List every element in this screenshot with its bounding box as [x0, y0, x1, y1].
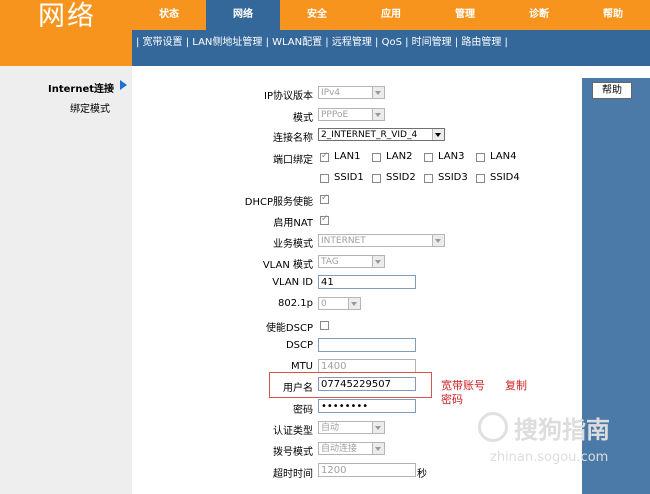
watermark-text: 搜狗指南 [514, 416, 610, 444]
vlan-id-input[interactable]: 41 [318, 275, 416, 289]
ssid3-label: SSID3 [438, 172, 468, 183]
vlan-id-label: VLAN ID [272, 277, 313, 288]
password-input[interactable]: •••••••• [318, 399, 416, 413]
nav-tab-application[interactable]: 应用 [354, 0, 428, 30]
vlan-mode-select: TAG [318, 255, 385, 268]
watermark-url: zhinan.sogou.com [490, 450, 609, 465]
dhcp-checkbox [320, 193, 329, 204]
timeout-label: 超时时间 [273, 469, 313, 480]
lan1-label: LAN1 [334, 151, 361, 162]
arrow-right-icon [120, 80, 127, 90]
timeout-unit: 秒 [417, 469, 427, 480]
logo-text: 网络 [38, 1, 96, 32]
chevron-down-icon [372, 443, 384, 454]
chevron-down-icon [372, 109, 384, 120]
username-label: 用户名 [283, 383, 313, 394]
ip-version-select: IPv4 [318, 86, 385, 99]
lan4-checkbox[interactable] [476, 153, 485, 162]
dscp-input[interactable] [318, 338, 416, 352]
ssid4-checkbox[interactable] [476, 174, 485, 183]
connection-name-label: 连接名称 [273, 133, 313, 144]
dot1p-select: 0 [318, 297, 361, 310]
chevron-down-icon [432, 129, 444, 140]
password-label: 密码 [293, 405, 313, 416]
auth-type-select: 自动 [318, 421, 385, 434]
dot1p-label: 802.1p [278, 298, 313, 309]
mode-select: PPPoE [318, 108, 385, 121]
annotation-password: 密码 [441, 393, 463, 406]
username-input[interactable]: 07745229507 [318, 377, 416, 391]
lan4-label: LAN4 [490, 151, 517, 162]
timeout-input: 1200 [318, 463, 416, 477]
lan2-label: LAN2 [386, 151, 413, 162]
ssid1-checkbox[interactable] [320, 174, 329, 183]
chevron-down-icon [372, 256, 384, 267]
ssid2-label: SSID2 [386, 172, 416, 183]
ssid4-label: SSID4 [490, 172, 520, 183]
dhcp-label: DHCP服务使能 [244, 197, 313, 208]
lan3-checkbox[interactable] [424, 153, 433, 162]
mode-label: 模式 [293, 113, 313, 124]
ssid2-checkbox[interactable] [372, 174, 381, 183]
nat-label: 启用NAT [273, 218, 313, 229]
port-binding-label: 端口绑定 [273, 155, 313, 166]
sidebar: Internet连接 绑定模式 [0, 66, 132, 494]
dscp-enable-label: 使能DSCP [265, 323, 313, 334]
ssid1-label: SSID1 [334, 172, 364, 183]
dscp-label: DSCP [285, 340, 313, 351]
service-mode-label: 业务模式 [273, 239, 313, 250]
nav-tab-security[interactable]: 安全 [280, 0, 354, 30]
connection-name-select[interactable]: 2_INTERNET_R_VID_4 [318, 128, 445, 141]
help-button[interactable]: 帮助 [592, 82, 632, 99]
chevron-down-icon [348, 298, 360, 309]
sidebar-item-binding-mode[interactable]: 绑定模式 [70, 100, 110, 115]
chevron-down-icon [432, 235, 444, 246]
annotation-copy: 复制 [505, 379, 527, 392]
dscp-enable-checkbox[interactable] [320, 321, 329, 330]
vlan-mode-label: VLAN 模式 [262, 260, 313, 271]
lan3-label: LAN3 [438, 151, 465, 162]
nav-tab-help[interactable]: 帮助 [576, 0, 650, 30]
sogou-logo-icon [478, 412, 508, 442]
lan2-checkbox[interactable] [372, 153, 381, 162]
dial-mode-select: 自动连接 [318, 442, 385, 455]
nav-tab-diagnosis[interactable]: 诊断 [502, 0, 576, 30]
lan1-checkbox[interactable] [320, 151, 329, 162]
sub-nav: | 宽带设置 | LAN侧地址管理 | WLAN配置 | 远程管理 | QoS … [132, 30, 650, 66]
nav-tab-network[interactable]: 网络 [206, 0, 280, 30]
nav-tab-management[interactable]: 管理 [428, 0, 502, 30]
dial-mode-label: 拨号模式 [273, 447, 313, 458]
nat-checkbox [320, 214, 329, 225]
sub-nav-links[interactable]: | 宽带设置 | LAN侧地址管理 | WLAN配置 | 远程管理 | QoS … [136, 33, 508, 48]
mtu-label: MTU [290, 361, 313, 372]
chevron-down-icon [372, 422, 384, 433]
mtu-input: 1400 [318, 359, 416, 373]
ssid3-checkbox[interactable] [424, 174, 433, 183]
service-mode-select: INTERNET [318, 234, 445, 247]
ip-version-label: IP协议版本 [264, 91, 313, 102]
top-nav: 状态 网络 安全 应用 管理 诊断 帮助 [132, 0, 650, 30]
chevron-down-icon [372, 87, 384, 98]
nav-tab-status[interactable]: 状态 [132, 0, 206, 30]
auth-type-label: 认证类型 [273, 426, 313, 437]
sidebar-item-internet-connection[interactable]: Internet连接 [48, 80, 114, 95]
